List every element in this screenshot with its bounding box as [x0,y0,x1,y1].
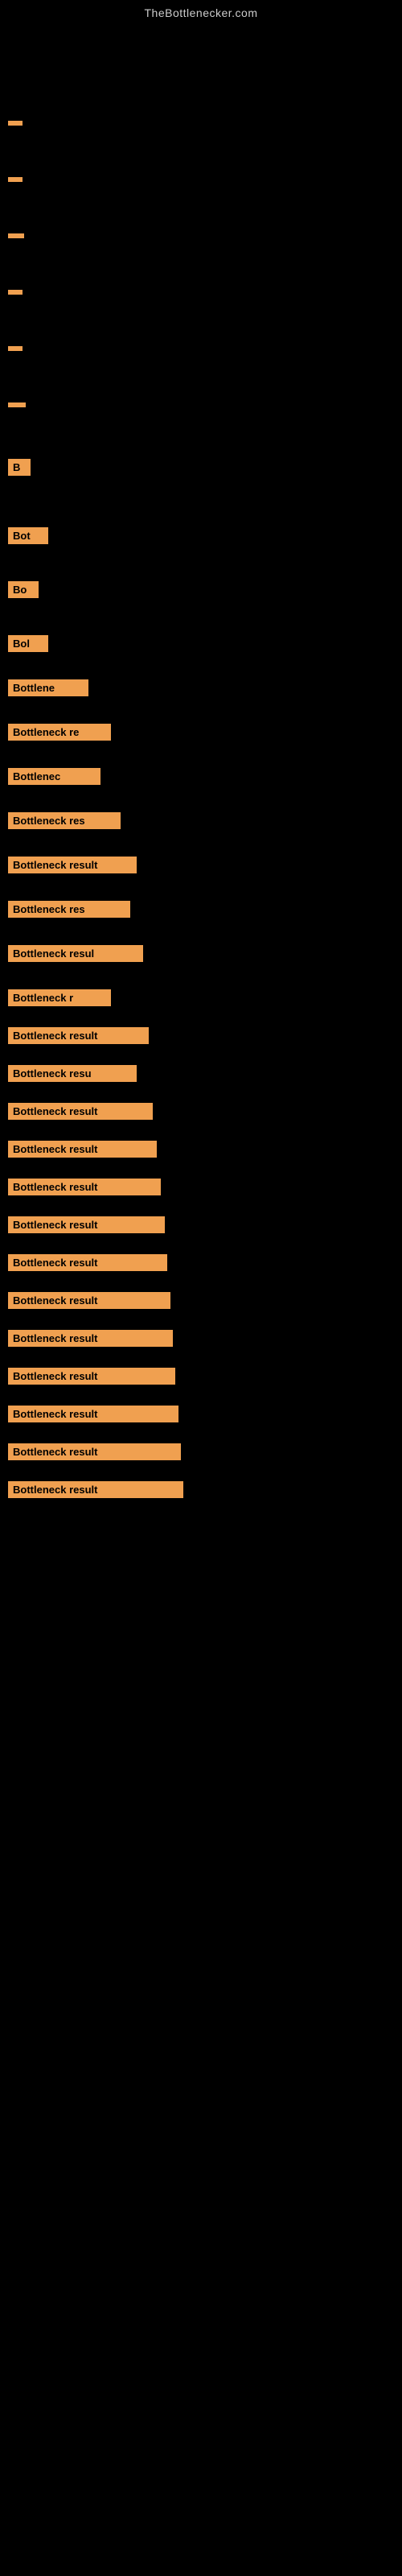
list-item: Bottleneck result [8,1442,402,1462]
row-spacer [8,875,402,899]
list-item [8,232,402,240]
bottleneck-result-label [8,346,23,351]
bottleneck-result-label: B [8,459,31,476]
list-item: Bot [8,526,402,546]
row-spacer [8,1311,402,1328]
list-item: Bottleneck result [8,1253,402,1273]
list-item: Bottleneck result [8,1139,402,1159]
bottleneck-result-label: Bol [8,635,48,652]
row-spacer [8,919,402,943]
list-item: Bottleneck result [8,1366,402,1386]
bottleneck-result-label: Bottleneck result [8,857,137,873]
row-spacer [8,1046,402,1063]
list-item: Bottleneck result [8,1026,402,1046]
list-item: Bottleneck result [8,1101,402,1121]
row-spacer [8,127,402,175]
list-item: Bottleneck re [8,722,402,742]
bottleneck-result-label: Bottleneck resul [8,945,143,962]
list-item: Bottleneck result [8,1177,402,1197]
row-spacer [8,1008,402,1026]
row-spacer [8,1084,402,1101]
bottleneck-result-label [8,121,23,126]
list-item [8,288,402,296]
bottleneck-result-label [8,290,23,295]
bottleneck-result-label: Bottleneck r [8,989,111,1006]
row-spacer [8,1197,402,1215]
bottleneck-result-label: Bot [8,527,48,544]
bottleneck-result-label: Bottleneck re [8,724,111,741]
list-item: Bottleneck resu [8,1063,402,1084]
list-item: Bottlene [8,678,402,698]
row-spacer [8,786,402,811]
list-item: Bottleneck r [8,988,402,1008]
bottleneck-result-label: Bottleneck result [8,1141,157,1158]
bottleneck-result-label: Bottleneck result [8,1179,161,1195]
list-item: Bol [8,634,402,654]
list-item [8,401,402,409]
bottleneck-result-label: Bo [8,581,39,598]
list-item [8,175,402,184]
row-spacer [8,600,402,634]
list-item: Bottleneck result [8,1290,402,1311]
bottleneck-result-label: Bottlenec [8,768,100,785]
bottleneck-result-label: Bottleneck result [8,1103,153,1120]
list-item: Bottleneck res [8,899,402,919]
row-spacer [8,1386,402,1404]
row-spacer [8,1121,402,1139]
bottleneck-result-label [8,177,23,182]
row-spacer [8,546,402,580]
bottleneck-result-label: Bottleneck result [8,1330,173,1347]
list-item: Bo [8,580,402,600]
row-spacer [8,477,402,526]
list-item: Bottleneck resul [8,943,402,964]
row-spacer [8,31,402,119]
row-spacer [8,654,402,678]
row-spacer [8,184,402,232]
row-spacer [8,964,402,988]
row-spacer [8,409,402,457]
row-spacer [8,1348,402,1366]
list-item [8,119,402,127]
list-item: Bottleneck result [8,1404,402,1424]
row-spacer [8,296,402,345]
bottleneck-result-label: Bottleneck result [8,1481,183,1498]
list-item: Bottleneck result [8,1480,402,1500]
bottleneck-result-label: Bottleneck result [8,1443,181,1460]
bottleneck-result-label: Bottlene [8,679,88,696]
list-item: Bottleneck result [8,1328,402,1348]
list-item: Bottlenec [8,766,402,786]
list-item: Bottleneck result [8,1215,402,1235]
bottleneck-result-label: Bottleneck result [8,1216,165,1233]
list-item: B [8,457,402,477]
bottleneck-result-label [8,233,24,238]
list-item: Bottleneck result [8,855,402,875]
bottleneck-result-label: Bottleneck result [8,1292,170,1309]
row-spacer [8,1159,402,1177]
row-spacer [8,1424,402,1442]
row-spacer [8,698,402,722]
row-spacer [8,1235,402,1253]
bottleneck-list: B Bot Bo Bol Bottlene Bottleneck re Bottlenec B… [0,23,402,1508]
bottleneck-result-label: Bottleneck resu [8,1065,137,1082]
row-spacer [8,1462,402,1480]
bottleneck-result-label: Bottleneck result [8,1368,175,1385]
bottleneck-result-label: Bottleneck res [8,812,121,829]
row-spacer [8,353,402,401]
site-title: TheBottlenecker.com [0,0,402,23]
bottleneck-result-label [8,402,26,407]
list-item [8,345,402,353]
row-spacer [8,831,402,855]
row-spacer [8,1273,402,1290]
row-spacer [8,742,402,766]
bottleneck-result-label: Bottleneck result [8,1406,178,1422]
bottleneck-result-label: Bottleneck result [8,1027,149,1044]
site-title-bar: TheBottlenecker.com [0,0,402,23]
list-item: Bottleneck res [8,811,402,831]
row-spacer [8,240,402,288]
bottleneck-result-label: Bottleneck result [8,1254,167,1271]
bottleneck-result-label: Bottleneck res [8,901,130,918]
